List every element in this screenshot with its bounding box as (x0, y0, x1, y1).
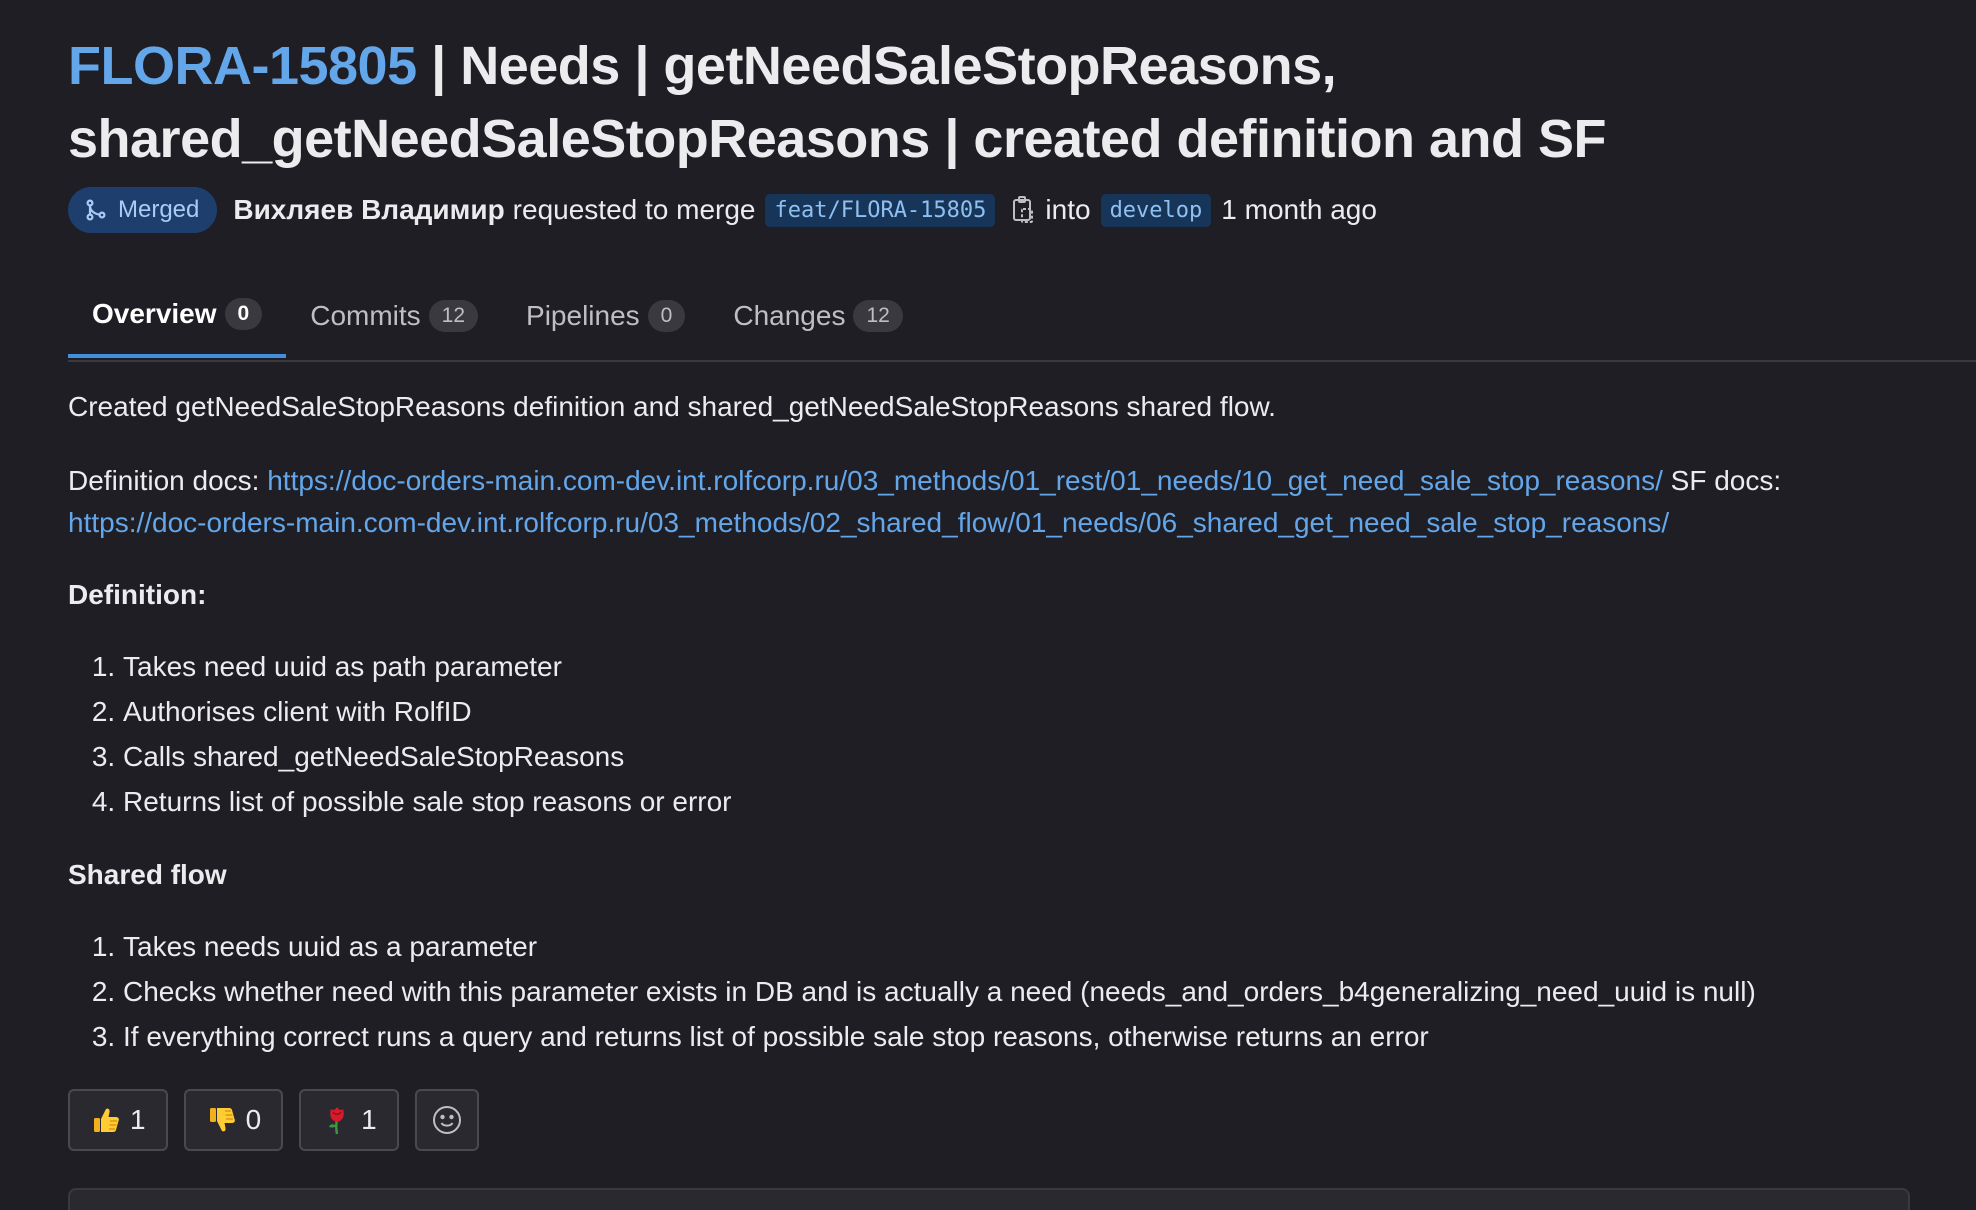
add-reaction-button[interactable] (414, 1089, 479, 1151)
tab-count: 12 (428, 300, 479, 332)
reactions-bar: 1 0 1 (68, 1089, 1976, 1151)
description-intro: Created getNeedSaleStopReasons definitio… (68, 391, 1276, 422)
comment-box[interactable] (68, 1188, 1910, 1210)
issue-key-link[interactable]: FLORA-15805 (68, 36, 417, 96)
tab-label: Overview (92, 298, 217, 329)
into-text: into (1045, 194, 1091, 225)
thumbs-up-reaction-button[interactable]: 1 (68, 1089, 168, 1151)
page-title: FLORA-15805 | Needs | getNeedSaleStopRea… (68, 30, 1808, 176)
list-item: Returns list of possible sale stop reaso… (123, 779, 1908, 824)
list-item: If everything correct runs a query and r… (123, 1014, 1908, 1059)
shared-flow-list: Takes needs uuid as a parameter Checks w… (68, 924, 1908, 1059)
copy-branch-button[interactable] (1011, 195, 1035, 225)
tab-label: Changes (733, 300, 846, 331)
merge-request-tabs: Overview 0 Commits 12 Pipelines 0 Change… (68, 274, 1976, 362)
requested-text: requested to merge (512, 194, 756, 225)
tab-label: Pipelines (526, 300, 640, 331)
status-badge-label: Merged (118, 196, 200, 223)
list-item: Takes need uuid as path parameter (123, 644, 1908, 689)
tab-overview[interactable]: Overview 0 (68, 274, 287, 358)
tab-count: 0 (224, 298, 263, 330)
list-item: Checks whether need with this parameter … (123, 969, 1908, 1014)
thumbs-down-reaction-button[interactable]: 0 (183, 1089, 284, 1151)
definition-list: Takes need uuid as path parameter Author… (68, 644, 1908, 824)
thumbs-up-icon (90, 1104, 122, 1136)
list-item: Calls shared_getNeedSaleStopReasons (123, 734, 1908, 779)
target-branch[interactable]: develop (1100, 193, 1212, 227)
rose-reaction-button[interactable]: 1 (299, 1089, 399, 1151)
merge-icon (86, 199, 106, 221)
list-item: Authorises client with RolfID (123, 689, 1908, 734)
smiley-icon (432, 1106, 461, 1134)
status-badge: Merged (68, 187, 218, 233)
tab-label: Commits (310, 300, 421, 331)
clipboard-icon (1013, 196, 1034, 223)
list-item: Takes needs uuid as a parameter (123, 924, 1908, 969)
docs-label: Definition docs: (68, 465, 268, 496)
rose-icon (321, 1104, 353, 1136)
reaction-count: 1 (130, 1104, 146, 1135)
description: Created getNeedSaleStopReasons definitio… (68, 386, 1908, 1059)
tab-count: 12 (853, 300, 903, 332)
thumbs-down-icon (206, 1104, 238, 1136)
shared-flow-heading: Shared flow (68, 859, 227, 890)
tab-changes[interactable]: Changes 12 (709, 274, 926, 358)
sf-docs-link[interactable]: https://doc-orders-main.com-dev.int.rolf… (68, 507, 1669, 538)
source-branch[interactable]: feat/FLORA-15805 (765, 193, 996, 227)
tab-count: 0 (647, 300, 686, 332)
definition-docs-link[interactable]: https://doc-orders-main.com-dev.int.rolf… (267, 465, 1663, 496)
tab-pipelines[interactable]: Pipelines 0 (502, 274, 709, 358)
definition-heading: Definition: (68, 579, 207, 610)
author-name[interactable]: Вихляев Владимир (233, 194, 504, 226)
reaction-count: 1 (361, 1104, 377, 1135)
reaction-count: 0 (245, 1104, 262, 1135)
merge-request-meta: Merged Вихляев Владимир requested to mer… (68, 186, 1976, 234)
docs-paragraph: Definition docs: https://doc-orders-main… (68, 460, 1908, 544)
timestamp: 1 month ago (1221, 194, 1377, 225)
tab-commits[interactable]: Commits 12 (286, 274, 502, 358)
merge-request-page: FLORA-15805 | Needs | getNeedSaleStopRea… (0, 0, 1976, 1210)
sf-docs-label: SF docs: (1662, 465, 1782, 496)
